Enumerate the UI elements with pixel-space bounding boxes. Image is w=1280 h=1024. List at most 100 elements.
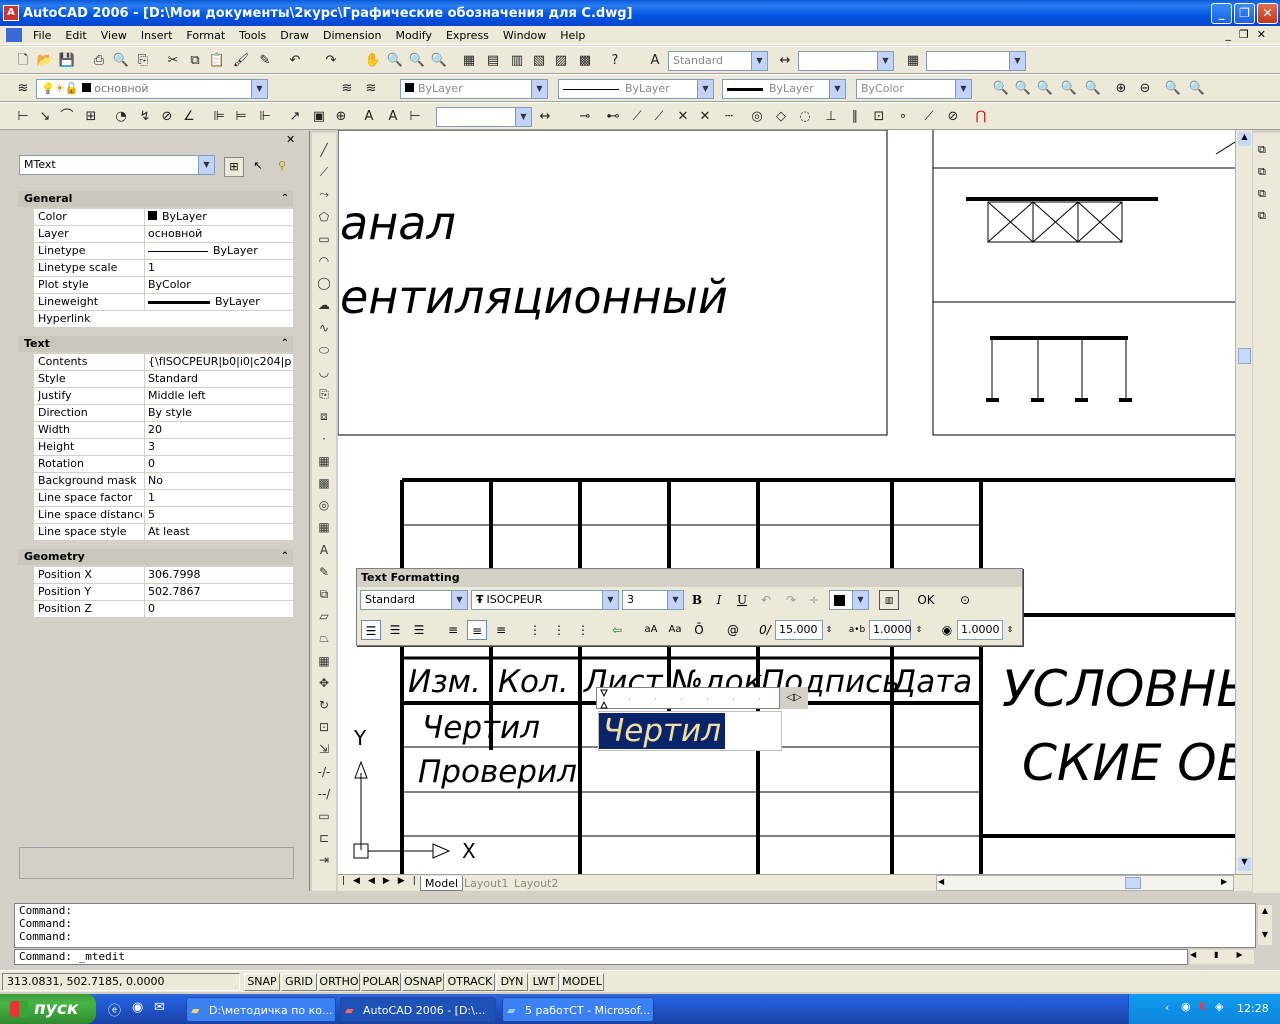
scroll-left-icon[interactable]: ◀ bbox=[938, 877, 944, 886]
oblique-angle-input[interactable]: 15.000 bbox=[775, 620, 823, 640]
text-color-dropdown[interactable]: ▼ bbox=[829, 590, 869, 610]
table-style-dropdown[interactable]: ▼ bbox=[926, 51, 1026, 71]
prop-value[interactable]: 20 bbox=[144, 422, 292, 438]
lineweight-dropdown[interactable]: ByLayer ▼ bbox=[722, 79, 846, 99]
document-icon[interactable] bbox=[6, 28, 22, 42]
status-lwt-button[interactable]: LWT bbox=[529, 973, 559, 991]
align-right-icon[interactable]: ☰ bbox=[409, 620, 429, 640]
snap-parallel-icon[interactable]: ∥ bbox=[846, 108, 864, 126]
leader-icon[interactable]: ↗ bbox=[286, 108, 304, 126]
table-icon[interactable]: ▦ bbox=[315, 518, 333, 536]
text-style-dropdown[interactable]: Standard ▼ bbox=[668, 51, 768, 71]
uppercase-icon[interactable]: aA bbox=[641, 620, 661, 640]
align-center-icon[interactable]: ☰ bbox=[385, 620, 405, 640]
jogged-icon[interactable]: ↯ bbox=[136, 108, 154, 126]
radius-icon[interactable]: ◔ bbox=[112, 108, 130, 126]
zoom-window-icon[interactable]: 🔍 bbox=[1014, 80, 1032, 98]
prop-group-general[interactable]: General ⌃ bbox=[18, 191, 293, 207]
command-scroll-icon[interactable]: ▲ ▼ bbox=[1258, 905, 1272, 945]
zoom-in-icon[interactable]: ⊕ bbox=[1112, 80, 1130, 98]
prop-value[interactable]: 0 bbox=[144, 601, 292, 617]
matchprop-icon[interactable]: 🖌 bbox=[232, 52, 250, 70]
width-spinner-icon[interactable]: ⇕ bbox=[1004, 620, 1016, 640]
dimedit-icon[interactable]: A bbox=[360, 108, 378, 126]
dimupdate-icon[interactable]: ⊢ bbox=[406, 108, 424, 126]
task-autocad[interactable]: ▰ AutoCAD 2006 - [D:\... bbox=[340, 997, 496, 1022]
properties-icon[interactable]: ▦ bbox=[460, 52, 478, 70]
prop-row-position-x[interactable]: Position X 306.7998 bbox=[34, 567, 293, 584]
bring-front-icon[interactable]: ⧉ bbox=[1258, 143, 1276, 161]
status-ortho-button[interactable]: ORTHO bbox=[318, 973, 360, 991]
blockeditor-icon[interactable]: ✎ bbox=[256, 52, 274, 70]
status-polar-button[interactable]: POLAR bbox=[361, 973, 401, 991]
snap-none-icon[interactable]: ⊘ bbox=[944, 108, 962, 126]
preview-icon[interactable]: 🔍 bbox=[112, 52, 130, 70]
bullets-icon[interactable]: ⋮ bbox=[549, 620, 569, 640]
linetype-dropdown[interactable]: ByLayer ▼ bbox=[558, 79, 714, 99]
ellipse-arc-icon[interactable]: ◡ bbox=[315, 363, 333, 381]
rotate-icon[interactable]: ↻ bbox=[315, 696, 333, 714]
prop-row-linetype[interactable]: Linetype ByLayer bbox=[34, 243, 293, 260]
scroll-thumb[interactable] bbox=[1238, 348, 1251, 364]
prop-row-plot-style[interactable]: Plot style ByColor bbox=[34, 277, 293, 294]
prop-value[interactable]: {\fISOCPEUR|b0|i0|c204|p3... bbox=[144, 354, 292, 370]
dimtedit-icon[interactable]: A bbox=[384, 108, 402, 126]
zoom-dynamic-icon[interactable]: 🔍 bbox=[1036, 80, 1054, 98]
tf-height-dropdown[interactable]: 3 ▼ bbox=[622, 590, 684, 610]
snap-center-icon[interactable]: ◎ bbox=[748, 108, 766, 126]
zoom-window-icon[interactable]: 🔍 bbox=[408, 52, 426, 70]
snap-perpendicular-icon[interactable]: ⊥ bbox=[822, 108, 840, 126]
prop-row-rotation[interactable]: Rotation 0 bbox=[34, 456, 293, 473]
baseline-icon[interactable]: ⊨ bbox=[232, 108, 250, 126]
prop-value[interactable]: Middle left bbox=[144, 388, 292, 404]
prop-row-background-mask[interactable]: Background mask No bbox=[34, 473, 293, 490]
color-dropdown[interactable]: ByLayer ▼ bbox=[400, 79, 548, 99]
mirror-icon[interactable]: ⏥ bbox=[315, 607, 333, 625]
menu-help[interactable]: Help bbox=[553, 29, 592, 42]
dim-style-dropdown-2[interactable]: ▼ bbox=[436, 107, 532, 127]
make-block-icon[interactable]: ⧈ bbox=[315, 407, 333, 425]
menu-draw[interactable]: Draw bbox=[273, 29, 316, 42]
tf-style-dropdown[interactable]: Standard ▼ bbox=[360, 590, 468, 610]
zoom-center-icon[interactable]: 🔍 bbox=[1084, 80, 1102, 98]
prop-row-width[interactable]: Width 20 bbox=[34, 422, 293, 439]
uppercase-letters-icon[interactable]: ⋮ bbox=[573, 620, 593, 640]
menu-dimension[interactable]: Dimension bbox=[316, 29, 388, 42]
status-grid-button[interactable]: GRID bbox=[281, 973, 317, 991]
prop-value[interactable]: 1 bbox=[144, 260, 292, 276]
menu-insert[interactable]: Insert bbox=[134, 29, 180, 42]
snap-node-icon[interactable]: ∘ bbox=[894, 108, 912, 126]
quick-select-icon[interactable]: ⚲ bbox=[272, 157, 292, 177]
quicklaunch-outlook-icon[interactable]: ✉ bbox=[154, 1000, 165, 1015]
snap-midpoint-icon[interactable]: ⟋ bbox=[650, 108, 668, 126]
snap-extension-icon[interactable]: ┄ bbox=[720, 108, 738, 126]
prop-row-position-z[interactable]: Position Z 0 bbox=[34, 601, 293, 618]
help-icon[interactable]: ? bbox=[606, 52, 624, 70]
zoom-previous-icon[interactable]: 🔍 bbox=[430, 52, 448, 70]
task-word[interactable]: ▰ 5 работСТ - Microsof... bbox=[502, 997, 654, 1022]
send-back-icon[interactable]: ⧉ bbox=[1258, 165, 1276, 183]
bring-above-icon[interactable]: ⧉ bbox=[1258, 187, 1276, 205]
layer-manager-icon[interactable]: ≋ bbox=[14, 80, 32, 98]
autocad-app-icon[interactable]: A bbox=[3, 5, 19, 21]
textstyle-icon[interactable]: A bbox=[646, 52, 664, 70]
command-line-input[interactable]: Command: _mtedit bbox=[14, 949, 1188, 965]
ellipse-icon[interactable]: ⬭ bbox=[315, 341, 333, 359]
selected-mtext[interactable]: Чертил bbox=[599, 713, 726, 749]
insert-field-icon[interactable]: ⇦ bbox=[607, 620, 627, 640]
pan-icon[interactable]: ✋ bbox=[364, 52, 382, 70]
align-top-icon[interactable]: ≡ bbox=[443, 620, 463, 640]
snap-endpoint-icon[interactable]: ⟋ bbox=[628, 108, 646, 126]
designcenter-icon[interactable]: ▤ bbox=[484, 52, 502, 70]
snap-insert-icon[interactable]: ⊡ bbox=[870, 108, 888, 126]
zoom-scale-icon[interactable]: 🔍 bbox=[1060, 80, 1078, 98]
angular-icon[interactable]: ∠ bbox=[180, 108, 198, 126]
tray-icon-1[interactable]: ◉ bbox=[1181, 1000, 1191, 1013]
quicklaunch-ie-icon[interactable]: ⓔ bbox=[108, 1000, 121, 1019]
erase-icon[interactable]: ✎ bbox=[315, 563, 333, 581]
chamfer-icon[interactable]: ⇥ bbox=[315, 851, 333, 869]
dimstyle-icon[interactable]: ↔ bbox=[776, 52, 794, 70]
status-otrack-button[interactable]: OTRACK bbox=[445, 973, 495, 991]
italic-button[interactable]: I bbox=[709, 590, 729, 610]
toggle-pickadd-icon[interactable]: ⊞ bbox=[224, 157, 244, 177]
